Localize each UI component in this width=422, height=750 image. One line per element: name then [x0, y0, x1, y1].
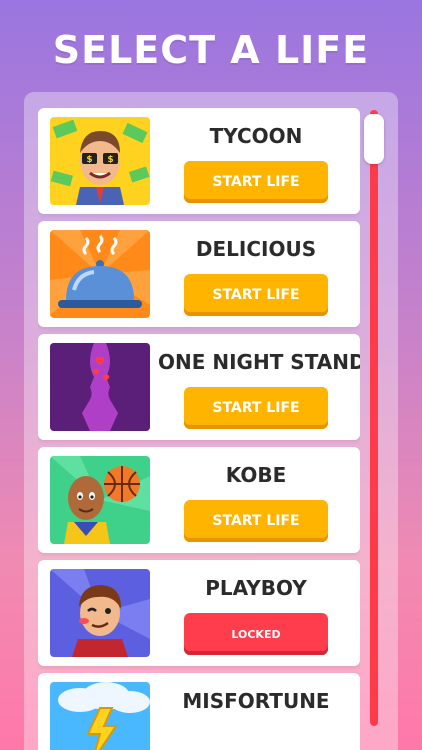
life-title: TYCOON	[209, 124, 303, 148]
food-cloche-icon	[50, 230, 150, 318]
start-life-button[interactable]: START LIFE	[184, 387, 328, 429]
start-life-button[interactable]: START LIFE	[184, 274, 328, 316]
life-title: KOBE	[225, 463, 287, 487]
start-life-button[interactable]: START LIFE	[184, 161, 328, 203]
playboy-icon	[50, 569, 150, 657]
life-title: MISFORTUNE	[182, 689, 330, 713]
life-card-one-night-stand[interactable]: ONE NIGHT STAND START LIFE	[38, 334, 360, 440]
life-list[interactable]: $ $ TYCOON START LIFE DELICIOUS START LI…	[38, 108, 360, 750]
page-title: SELECT A LIFE	[52, 28, 370, 72]
life-card-playboy[interactable]: PLAYBOY LOCKED	[38, 560, 360, 666]
svg-text:$: $	[107, 155, 113, 165]
life-card-kobe[interactable]: KOBE START LIFE	[38, 447, 360, 553]
svg-text:$: $	[86, 155, 92, 165]
life-title: DELICIOUS	[195, 237, 317, 261]
lightning-cloud-icon	[50, 682, 150, 750]
life-title: PLAYBOY	[205, 576, 307, 600]
life-card-tycoon[interactable]: $ $ TYCOON START LIFE	[38, 108, 360, 214]
life-card-misfortune[interactable]: MISFORTUNE	[38, 673, 360, 750]
basketball-player-icon	[50, 456, 150, 544]
scrollbar-track[interactable]	[370, 110, 378, 726]
locked-button[interactable]: LOCKED	[184, 613, 328, 655]
life-title: ONE NIGHT STAND	[158, 350, 360, 374]
start-life-button[interactable]: START LIFE	[184, 500, 328, 542]
scrollbar-thumb[interactable]	[364, 114, 384, 164]
kiss-icon	[50, 343, 150, 431]
life-card-delicious[interactable]: DELICIOUS START LIFE	[38, 221, 360, 327]
tycoon-icon: $ $	[50, 117, 150, 205]
